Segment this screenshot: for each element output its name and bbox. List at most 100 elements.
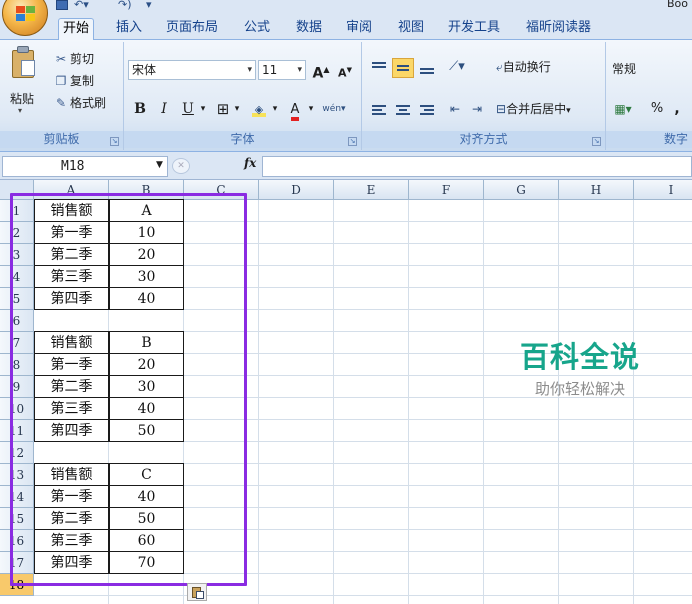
tab-developer[interactable]: 开发工具 (444, 18, 504, 40)
wrap-text-label: 自动换行 (502, 60, 551, 74)
increase-indent-icon[interactable]: ⇥ (466, 98, 488, 120)
ribbon-tabs: 开始 插入 页面布局 公式 数据 审阅 视图 开发工具 福昕阅读器 (0, 14, 692, 40)
align-right-icon[interactable] (416, 100, 438, 120)
chevron-down-icon[interactable]: ▾ (232, 98, 242, 120)
gridline (34, 595, 692, 596)
tab-home[interactable]: 开始 (58, 18, 95, 40)
cancel-icon[interactable]: ✕ (172, 158, 190, 174)
paste-options-icon[interactable] (187, 583, 207, 601)
align-left-icon[interactable] (368, 100, 390, 120)
scissors-icon: ✂ (55, 52, 67, 66)
tab-data[interactable]: 数据 (292, 18, 326, 40)
cut-label: 剪切 (70, 52, 95, 66)
chevron-down-icon[interactable]: ▾ (198, 98, 208, 120)
gridline (333, 200, 334, 604)
chevron-down-icon: ▾ (297, 65, 302, 75)
column-header-g[interactable]: G (484, 180, 559, 200)
font-size-value: 11 (262, 63, 278, 77)
column-header-h[interactable]: H (559, 180, 634, 200)
font-color-icon[interactable]: A (284, 98, 306, 121)
column-header-i[interactable]: I (634, 180, 692, 200)
font-name-select[interactable]: 宋体 ▾ (128, 60, 256, 80)
tab-insert[interactable]: 插入 (112, 18, 146, 40)
tab-view[interactable]: 视图 (394, 18, 428, 40)
align-center-icon[interactable] (392, 100, 414, 120)
number-group-label: 数字 (606, 131, 692, 148)
column-header-f[interactable]: F (409, 180, 484, 200)
paste-button[interactable]: 粘贴 (10, 90, 34, 107)
tab-review[interactable]: 审阅 (342, 18, 376, 40)
comma-style-button[interactable]: , (670, 98, 684, 120)
font-launcher-icon[interactable]: ↘ (348, 137, 357, 146)
gridline (558, 200, 559, 604)
chevron-down-icon[interactable]: ▾ (270, 98, 280, 120)
save-icon[interactable] (56, 0, 68, 10)
copy-icon: ❐ (55, 74, 67, 88)
undo-icon[interactable]: ↶▾ (74, 0, 89, 11)
insert-function-icon[interactable]: fx (244, 156, 256, 170)
merge-icon: ⊟ (496, 102, 507, 116)
customize-quick-access-icon[interactable]: ▾ (146, 0, 156, 11)
copy-label: 复制 (70, 74, 95, 88)
cut-button[interactable]: ✂ 剪切 (54, 50, 94, 68)
column-header-d[interactable]: D (259, 180, 334, 200)
chevron-down-icon[interactable]: ▾ (306, 98, 316, 120)
chevron-down-icon: ▾ (566, 106, 571, 116)
wrap-text-button[interactable]: ⤶自动换行 (496, 56, 604, 78)
clipboard-launcher-icon[interactable]: ↘ (110, 137, 119, 146)
alignment-group: ⟋▾ ⤶自动换行 ⇤ ⇥ ⊟合并后居中▾ 对齐方式 ↘ (362, 42, 606, 150)
clipboard-group-label: 剪贴板 (0, 131, 123, 148)
align-bottom-icon[interactable] (416, 58, 438, 78)
phonetic-guide-button[interactable]: wén▾ (320, 98, 348, 120)
italic-button[interactable]: I (154, 98, 174, 120)
percent-button[interactable]: % (648, 98, 666, 120)
font-size-select[interactable]: 11 ▾ (258, 60, 306, 80)
chevron-down-icon[interactable]: ▼ (156, 160, 163, 170)
grow-font-label: A (312, 65, 324, 82)
window-title: Boo (666, 0, 688, 10)
fill-color-icon[interactable]: ◈ (248, 98, 270, 120)
alignment-launcher-icon[interactable]: ↘ (592, 137, 601, 146)
watermark: 百科全说 助你轻松解决 (510, 334, 650, 399)
column-header-e[interactable]: E (334, 180, 409, 200)
copy-button[interactable]: ❐ 复制 (54, 72, 94, 90)
wrap-text-icon: ⤶ (496, 60, 503, 74)
shrink-font-label: A (338, 66, 347, 80)
align-top-icon[interactable] (368, 58, 390, 78)
tab-foxit-reader[interactable]: 福昕阅读器 (522, 18, 595, 40)
tab-page-layout[interactable]: 页面布局 (162, 18, 222, 40)
align-middle-icon[interactable] (392, 58, 414, 78)
gridline (483, 200, 484, 604)
title-bar: ↶▾ ↷) ▾ Boo (0, 0, 692, 14)
grow-font-button[interactable]: A▲ (310, 59, 332, 82)
accounting-format-icon[interactable]: ▦▾ (612, 98, 634, 120)
name-box[interactable]: M18 (2, 156, 168, 177)
highlight-annotation-box (10, 193, 247, 586)
merge-center-button[interactable]: ⊟合并后居中▾ (496, 98, 604, 120)
borders-icon[interactable]: ⊞ (212, 98, 234, 120)
watermark-subtitle: 助你轻松解决 (534, 380, 625, 398)
formula-input[interactable] (262, 156, 692, 177)
decrease-indent-icon[interactable]: ⇤ (444, 98, 466, 120)
paste-dropdown-icon[interactable]: ▾ (18, 106, 22, 115)
font-group-label: 字体 (124, 131, 361, 148)
merge-center-label: 合并后居中 (506, 102, 567, 116)
shrink-font-button[interactable]: A▼ (334, 59, 356, 81)
orientation-icon[interactable]: ⟋▾ (442, 56, 472, 78)
format-painter-button[interactable]: ✎ 格式刷 (54, 94, 106, 112)
bold-button[interactable]: B (130, 98, 150, 120)
clipboard-group: 粘贴 ▾ ✂ 剪切 ❐ 复制 ✎ 格式刷 剪贴板 ↘ (0, 42, 124, 150)
number-group: 常规 ▦▾ % , 数字 (606, 42, 692, 150)
paste-icon[interactable] (8, 46, 38, 80)
ribbon: 粘贴 ▾ ✂ 剪切 ❐ 复制 ✎ 格式刷 剪贴板 ↘ 宋体 ▾ 11 ▾ A▲ A▼ B … (0, 40, 692, 152)
gridline (633, 200, 634, 604)
format-painter-label: 格式刷 (70, 96, 107, 110)
number-format-select[interactable]: 常规 (612, 58, 688, 80)
formula-bar: M18 ▼ ✕ fx (0, 152, 692, 180)
gridline (408, 200, 409, 604)
alignment-group-label: 对齐方式 (362, 131, 605, 148)
redo-icon[interactable]: ↷) (118, 0, 132, 11)
phonetic-label: wén (322, 104, 342, 114)
tab-formulas[interactable]: 公式 (240, 18, 274, 40)
underline-button[interactable]: U (178, 98, 198, 120)
